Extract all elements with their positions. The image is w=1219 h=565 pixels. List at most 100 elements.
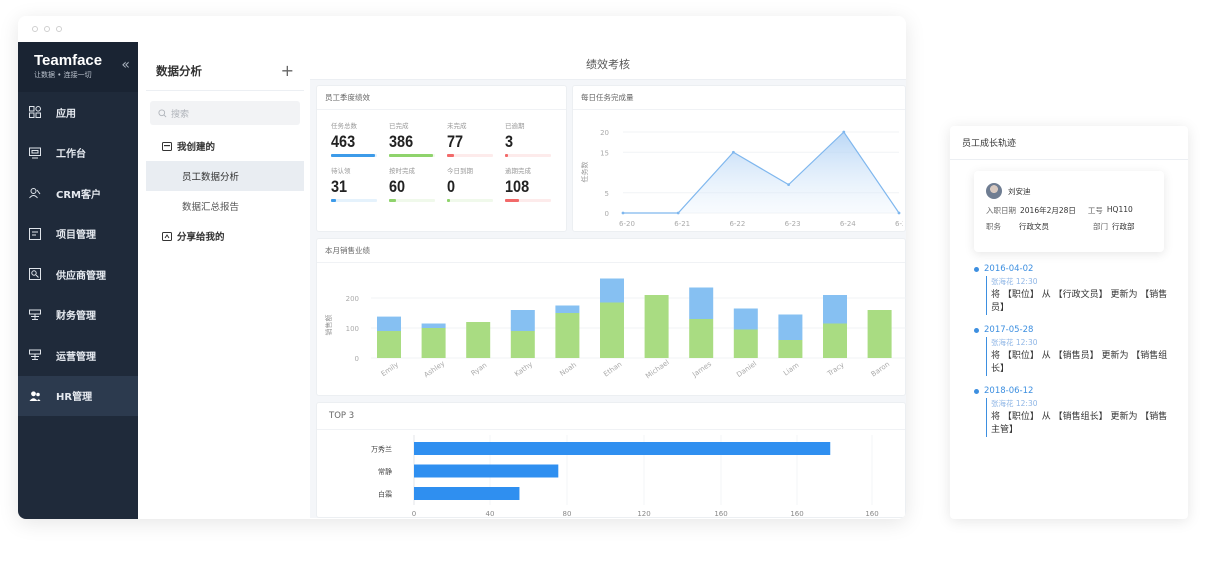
kpi-item: 待认领 31 [331,165,389,206]
sidebar-item-label: 项目管理 [56,230,96,242]
x-tick-label: Michael [644,358,671,380]
bar-segment[interactable] [689,319,714,358]
bar-segment[interactable] [377,331,401,358]
bar-segment[interactable] [555,313,580,358]
project-icon [28,227,42,241]
bar-segment[interactable] [466,322,491,358]
sidebar-item-label: 运营管理 [56,351,96,363]
monthly-card-title: 本月销售业绩 [317,239,905,263]
employee-profile-card: 刘安迪 入职日期 2016年2月28日 工号 HQ110 职务 行政文员 部门 … [974,171,1164,252]
bar-segment[interactable] [510,310,535,331]
growth-timeline: 2016-04-02 张海花 12:30 将 【职位】 从 【行政文员】 更新为 【… [974,264,1174,447]
employee-id-label: 工号 [1087,206,1103,215]
timeline-author: 张海花 12:30 [991,399,1038,408]
tree-leaf-employee-analysis[interactable]: 员工数据分析 [146,161,304,191]
bar[interactable] [414,487,520,500]
dept-label: 部门 [1093,222,1108,231]
bar-segment[interactable] [421,328,446,358]
search-input[interactable]: 搜索 [150,101,300,125]
window-close-dot[interactable] [32,26,38,32]
kpi-label: 今日到期 [447,167,473,175]
bar[interactable] [414,442,831,455]
collapse-sidebar-icon[interactable]: « [121,57,130,73]
bar-segment[interactable] [867,310,892,358]
y-tick-label: 20 [600,129,609,137]
window-minimize-dot[interactable] [44,26,50,32]
bar[interactable] [414,464,559,478]
bar-segment[interactable] [421,323,446,329]
sidebar-item-label: 财务管理 [56,311,96,323]
bar-segment[interactable] [823,323,847,359]
role-label: 职务 [986,222,1001,231]
y-tick-label: 100 [346,325,359,333]
bar-segment[interactable] [644,295,669,358]
quarter-performance-card: 员工季度绩效 任务总数 463 已完成 386 未完成 77 已逾期 3 待认领 31 按时完成 60… [316,85,567,232]
data-point[interactable] [897,211,901,215]
kpi-progress-fill [505,199,519,202]
x-tick-label: 6-20 [619,220,635,228]
sidebar-item[interactable]: HR管理 [18,375,138,416]
sidebar-item[interactable]: 项目管理 [18,214,138,255]
sidebar-item[interactable]: 运营管理 [18,335,138,376]
kpi-item: 已逾期 3 [505,120,563,161]
x-tick-label: Emily [380,361,400,379]
data-point[interactable] [621,211,625,215]
x-tick-label: Baron [870,360,891,378]
data-point[interactable] [842,130,846,134]
analysis-panel: 数据分析 + 搜索 我创建的 员工数据分析 数据汇总报告 分享给我的 [146,51,304,518]
tree-group-shared[interactable]: 分享给我的 [146,221,304,251]
bar-segment[interactable] [778,340,803,358]
data-point[interactable] [732,150,735,154]
x-tick-label: Liam [782,361,801,377]
kpi-progress-fill [505,154,508,157]
timeline-date: 2017-05-28 [984,325,1034,335]
employee-id-value: HQ110 [1106,205,1133,214]
bar-segment[interactable] [600,278,624,303]
bar-segment[interactable] [778,314,803,341]
sidebar-item-label: 应用 [56,108,76,120]
sidebar-item-label: 供应商管理 [56,270,106,282]
sidebar-item-label: CRM客户 [56,189,101,201]
bar-segment[interactable] [555,305,580,314]
sidebar-item-label: 工作台 [56,149,86,161]
x-tick-label: Noah [558,361,578,378]
data-point[interactable] [787,183,790,187]
kpi-value: 77 [447,132,464,151]
x-tick-label: 120 [637,510,650,518]
bar-segment[interactable] [510,331,535,358]
sidebar-item[interactable]: CRM客户 [18,173,138,214]
add-report-button[interactable]: + [281,61,294,80]
tree-group-mine[interactable]: 我创建的 [146,131,304,161]
timeline-text: 将 【职位】 从 【销售组长】 更新为 【销售主管】 [991,412,1168,435]
bar-segment[interactable] [689,287,714,320]
sidebar-item[interactable]: 供应商管理 [18,254,138,295]
sidebar: Teamface 让数据 • 连接一切 « 应用 工作台 CRM客户 项目管理 供应商管… [18,42,138,519]
kpi-value: 3 [505,132,514,151]
kpi-progress-fill [389,154,433,157]
tree-leaf-summary-report[interactable]: 数据汇总报告 [146,191,304,221]
bar-segment[interactable] [823,295,847,324]
timeline-event: 2017-05-28 张海花 12:30 将 【职位】 从 【销售员】 更新为 【销… [974,325,1174,376]
sidebar-item[interactable]: 工作台 [18,133,138,174]
timeline-author: 张海花 12:30 [991,277,1038,286]
sidebar-item[interactable]: 财务管理 [18,295,138,336]
operations-icon [28,348,42,362]
kpi-progress-bar [447,154,493,157]
window-maximize-dot[interactable] [56,26,62,32]
bar-segment[interactable] [733,308,758,330]
share-folder-icon [162,231,172,241]
sidebar-item[interactable]: 应用 [18,92,138,133]
search-placeholder: 搜索 [171,109,190,120]
bar-segment[interactable] [733,329,758,359]
timeline-event: 2016-04-02 张海花 12:30 将 【职位】 从 【行政文员】 更新为 【… [974,264,1174,315]
bar-segment[interactable] [600,302,624,359]
kpi-progress-bar [447,199,493,202]
kpi-item: 已完成 386 [389,120,447,161]
daily-tasks-card: 每日任务完成量 0 5 15 20 任务数 6-20 6-21 6-22 6-23 6-24 6-2… [572,85,906,232]
bar-segment[interactable] [377,316,401,331]
kpi-value: 386 [389,132,414,151]
timeline-date: 2018-06-12 [984,386,1034,396]
x-tick-label: 160 [865,510,878,518]
data-point[interactable] [676,211,680,215]
kpi-label: 未完成 [447,122,467,130]
